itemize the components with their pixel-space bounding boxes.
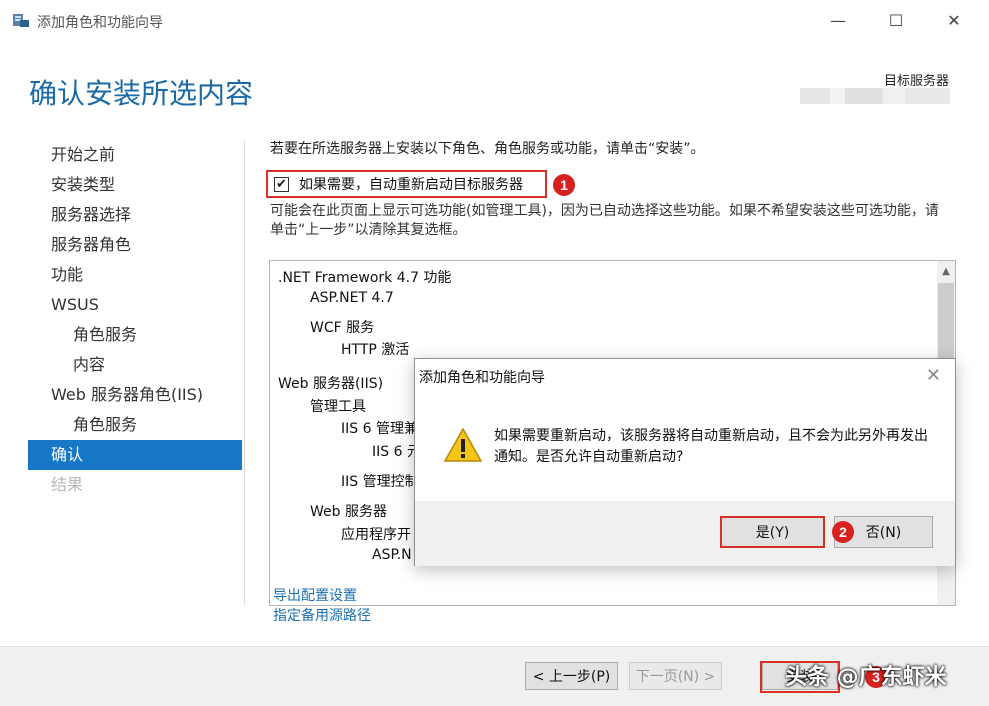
optional-features-note: 可能会在此页面上显示可选功能(如管理工具)，因为已自动选择这些功能。如果不希望安… xyxy=(270,203,939,238)
list-item: .NET Framework 4.7 功能 xyxy=(278,270,452,286)
nav-item-confirmation[interactable]: 确认 xyxy=(28,440,242,470)
checkmark-icon: ✔ xyxy=(276,176,287,192)
minimize-icon: — xyxy=(830,10,846,30)
step-badge-1: 1 xyxy=(553,174,575,196)
page-title: 确认安装所选内容 xyxy=(29,77,254,110)
scroll-thumb[interactable] xyxy=(938,283,954,363)
warning-icon xyxy=(443,427,483,462)
alternate-source-link[interactable]: 指定备用源路径 xyxy=(273,605,371,625)
restart-checkbox-label[interactable]: 如果需要，自动重新启动目标服务器 xyxy=(299,174,523,194)
wizard-footer: < 上一步(P) 下一页(N) > 安装 3 头条 @广东虾米 xyxy=(0,646,989,706)
scroll-up-arrow-icon[interactable]: ▲ xyxy=(937,261,955,281)
restart-checkbox-row[interactable]: ✔ 如果需要，自动重新启动目标服务器 xyxy=(266,170,547,198)
previous-button[interactable]: < 上一步(P) xyxy=(525,662,618,690)
list-item: ASP.N xyxy=(372,547,412,563)
restart-checkbox[interactable]: ✔ xyxy=(274,176,289,192)
destination-server-value-redacted xyxy=(800,88,950,104)
nav-item-server-selection[interactable]: 服务器选择 xyxy=(28,200,242,230)
minimize-button[interactable]: — xyxy=(818,6,858,34)
nav-item-features[interactable]: 功能 xyxy=(28,260,242,290)
nav-item-iis-role-services[interactable]: 角色服务 xyxy=(28,410,242,440)
list-item: IIS 管理控制 xyxy=(341,474,419,490)
yes-button[interactable]: 是(Y) xyxy=(720,516,825,548)
nav-item-installation-type[interactable]: 安装类型 xyxy=(28,170,242,200)
nav-item-web-server-role[interactable]: Web 服务器角色(IIS) xyxy=(28,380,242,410)
list-item: IIS 6 管理兼 xyxy=(341,421,418,437)
nav-item-wsus[interactable]: WSUS xyxy=(28,290,242,320)
list-item: HTTP 激活 xyxy=(341,342,410,358)
nav-item-wsus-role-services[interactable]: 角色服务 xyxy=(28,320,242,350)
nav-item-before-you-begin[interactable]: 开始之前 xyxy=(28,140,242,170)
dialog-message: 如果需要重新启动，该服务器将自动重新启动，且不会为此另外再发出通知。是否允许自动… xyxy=(494,428,928,465)
list-item: ASP.NET 4.7 xyxy=(310,290,394,306)
next-button: 下一页(N) > xyxy=(629,662,722,690)
list-item: Web 服务器 xyxy=(310,504,387,520)
list-item: Web 服务器(IIS) xyxy=(278,376,384,392)
dialog-title: 添加角色和功能向导 xyxy=(419,370,545,386)
step-badge-2: 2 xyxy=(832,521,854,543)
window-title: 添加角色和功能向导 xyxy=(37,15,163,31)
dialog-close-icon[interactable]: ✕ xyxy=(926,365,941,386)
dialog-button-bar: 是(Y) 否(N) 2 xyxy=(415,501,955,566)
title-bar: 添加角色和功能向导 — ☐ ✕ xyxy=(0,0,989,40)
maximize-icon: ☐ xyxy=(888,10,904,30)
restart-confirm-dialog: 添加角色和功能向导 ✕ 如果需要重新启动，该服务器将自动重新启动，且不会为此另外… xyxy=(414,358,956,566)
list-item: 应用程序开 xyxy=(341,527,411,543)
watermark-text: 头条 @广东虾米 xyxy=(785,665,947,690)
nav-item-server-roles[interactable]: 服务器角色 xyxy=(28,230,242,260)
list-item: 管理工具 xyxy=(310,399,366,415)
nav-divider xyxy=(244,140,245,605)
maximize-button[interactable]: ☐ xyxy=(876,6,916,34)
nav-item-results: 结果 xyxy=(51,475,84,494)
export-config-link[interactable]: 导出配置设置 xyxy=(273,585,357,605)
intro-text: 若要在所选服务器上安装以下角色、角色服务或功能，请单击“安装”。 xyxy=(270,141,705,157)
close-button[interactable]: ✕ xyxy=(934,6,974,34)
server-manager-icon xyxy=(13,14,29,27)
nav-item-content[interactable]: 内容 xyxy=(28,350,242,380)
wizard-nav: 开始之前 安装类型 服务器选择 服务器角色 功能 WSUS 角色服务 内容 We… xyxy=(28,140,242,500)
destination-server-label: 目标服务器 xyxy=(883,74,949,89)
list-item: WCF 服务 xyxy=(310,320,375,336)
close-icon: ✕ xyxy=(947,10,961,30)
